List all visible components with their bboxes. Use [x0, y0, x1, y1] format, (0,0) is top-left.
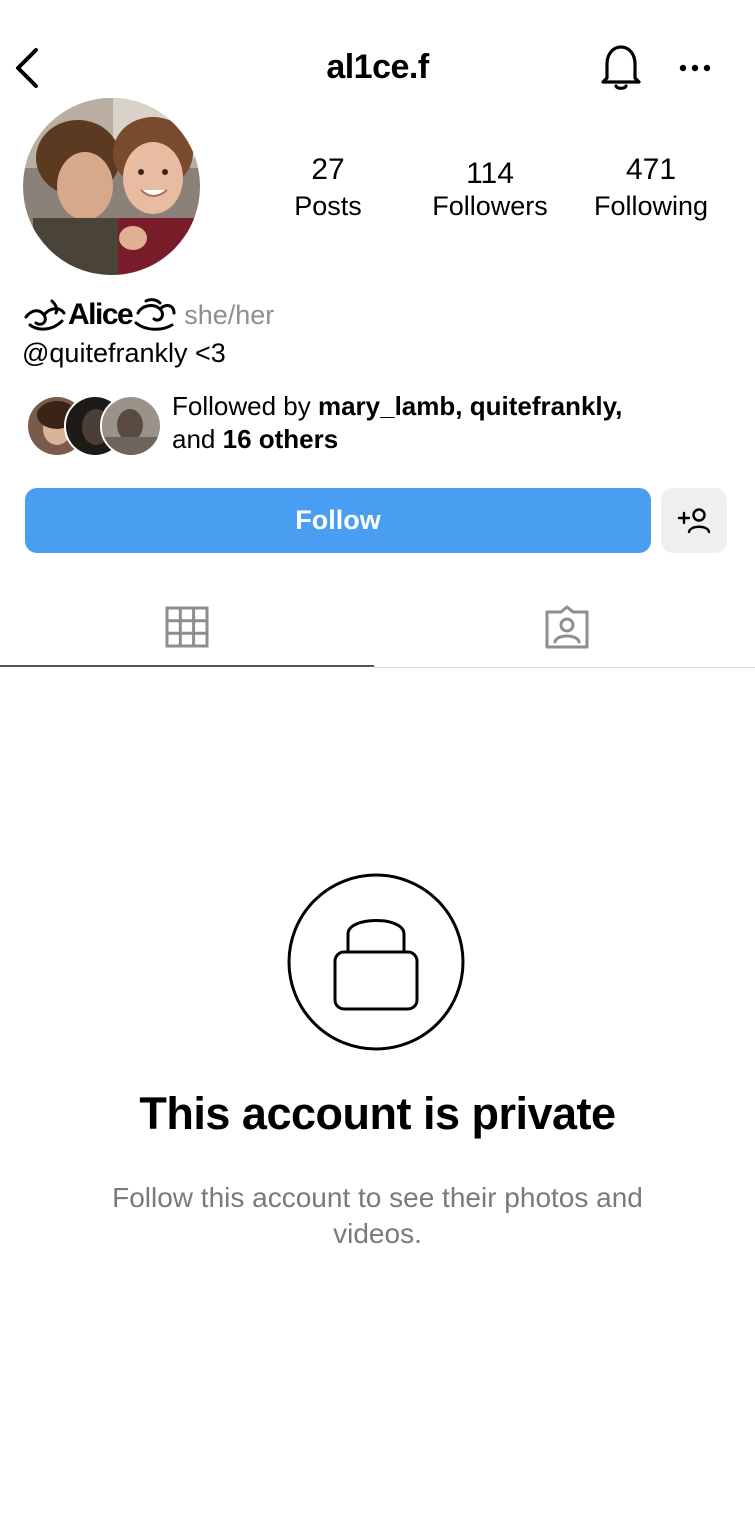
private-account-subtitle: Follow this account to see their photos … — [112, 1182, 643, 1249]
suggested-accounts-button[interactable] — [661, 488, 727, 553]
posts-label: Posts — [294, 191, 362, 221]
posts-count: 27 — [311, 153, 345, 186]
tab-divider — [374, 667, 755, 668]
bell-icon[interactable] — [597, 42, 645, 92]
following-label: Following — [593, 191, 709, 221]
stat-posts[interactable]: 27 Posts — [268, 152, 388, 224]
stat-following[interactable]: 471 Following — [585, 152, 717, 224]
mutual-followers-avatars[interactable] — [26, 395, 162, 457]
add-person-icon — [677, 507, 711, 533]
active-tab-indicator — [0, 665, 374, 667]
followed-by-prefix: Followed by — [172, 391, 318, 421]
mutual-avatar — [100, 395, 162, 457]
followed-by-others: 16 others — [222, 424, 339, 454]
display-name: Alice — [68, 298, 134, 331]
swirl-right-icon — [132, 295, 178, 335]
name-row: Alice she/her — [22, 294, 274, 336]
followed-by-names: mary_lamb, quitefrankly, — [317, 391, 623, 421]
followers-count: 114 — [466, 157, 514, 190]
more-options-icon[interactable] — [676, 56, 716, 80]
profile-avatar[interactable] — [23, 98, 200, 275]
private-account-title: This account is private — [139, 1088, 616, 1139]
follow-button[interactable]: Follow — [25, 488, 651, 553]
followers-label: Followers — [432, 191, 548, 221]
tab-posts-grid[interactable] — [0, 588, 374, 666]
grid-icon — [165, 606, 209, 648]
lock-icon — [286, 872, 466, 1052]
bio-text[interactable]: @quitefrankly <3 — [22, 338, 226, 369]
pronouns: she/her — [184, 299, 275, 330]
tab-tagged[interactable] — [380, 588, 754, 666]
followed-by-and: and — [172, 424, 223, 454]
following-count: 471 — [625, 153, 677, 186]
tagged-icon — [545, 605, 589, 649]
stat-followers[interactable]: 114 Followers — [420, 152, 560, 224]
followed-by-text[interactable]: Followed by mary_lamb, quitefrankly, and… — [172, 390, 622, 456]
swirl-left-icon — [22, 295, 68, 335]
